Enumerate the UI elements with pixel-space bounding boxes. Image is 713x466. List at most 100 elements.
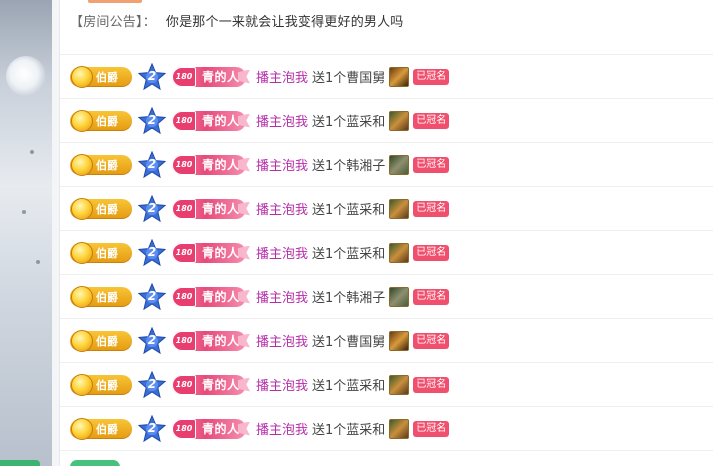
gift-thumbnail-icon xyxy=(389,154,410,175)
noble-title: 伯爵 xyxy=(96,114,118,128)
level-number: 2 xyxy=(147,200,157,215)
gift-thumbnail-icon xyxy=(389,198,410,219)
gold-coin-icon xyxy=(71,153,93,176)
named-tag-badge: 已冠名 xyxy=(413,200,450,217)
gift-action-text: 送1个蓝采和 xyxy=(312,115,386,130)
named-tag-badge: 已冠名 xyxy=(413,156,450,173)
chat-message-row[interactable]: 伯爵 2 180 青的人 播主泡我 送1个蓝采和 已冠名 xyxy=(60,230,713,274)
decor-dot xyxy=(30,150,34,154)
username-link[interactable]: 播主泡我 xyxy=(256,155,308,174)
username-link[interactable]: 播主泡我 xyxy=(256,199,308,218)
noble-badge[interactable]: 伯爵 xyxy=(70,109,132,132)
gift-action-text: 送1个蓝采和 xyxy=(312,423,386,438)
chat-message-row[interactable]: 伯爵 2 180 青的人 播主泡我 送1个韩湘子 已冠名 xyxy=(60,274,713,318)
chat-message-row[interactable]: 伯爵 2 180 青的人 播主泡我 送1个曹国舅 已冠名 xyxy=(60,318,713,362)
fan-club-name: 青的人 xyxy=(202,334,240,348)
gold-coin-icon xyxy=(71,241,93,264)
gold-coin-icon xyxy=(71,285,93,308)
level-badge[interactable]: 2 xyxy=(138,62,166,91)
noble-badge[interactable]: 伯爵 xyxy=(70,241,132,264)
level-number: 2 xyxy=(147,332,157,347)
chat-message-row[interactable]: 伯爵 2 180 青的人 播主泡我 送1个蓝采和 已冠名 xyxy=(60,406,713,450)
chat-message-list[interactable]: 伯爵 2 180 青的人 播主泡我 送1个曹国舅 已冠名 伯爵 2 180 青的… xyxy=(60,54,713,450)
fan-level-heart-icon: 180 xyxy=(172,374,196,395)
noble-title: 伯爵 xyxy=(96,378,118,392)
fan-club-badge[interactable]: 180 青的人 xyxy=(172,198,250,219)
noble-badge[interactable]: 伯爵 xyxy=(70,285,132,308)
username-link[interactable]: 播主泡我 xyxy=(256,67,308,86)
level-badge[interactable]: 2 xyxy=(138,370,166,399)
chat-message-row[interactable]: 伯爵 2 180 青的人 播主泡我 送1个蓝采和 已冠名 xyxy=(60,186,713,230)
level-number: 2 xyxy=(147,244,157,259)
named-tag-badge: 已冠名 xyxy=(413,68,450,85)
named-tag-badge: 已冠名 xyxy=(413,376,450,393)
panel-divider xyxy=(52,0,60,466)
noble-badge[interactable]: 伯爵 xyxy=(70,197,132,220)
noble-badge[interactable]: 伯爵 xyxy=(70,153,132,176)
level-badge[interactable]: 2 xyxy=(138,106,166,135)
level-number: 2 xyxy=(147,112,157,127)
chat-message-row[interactable]: 伯爵 2 180 青的人 播主泡我 送1个曹国舅 已冠名 xyxy=(60,54,713,98)
chat-message-row[interactable]: 伯爵 2 180 青的人 播主泡我 送1个蓝采和 已冠名 xyxy=(60,362,713,406)
fan-club-name: 青的人 xyxy=(202,158,240,172)
gift-action-text: 送1个韩湘子 xyxy=(312,291,386,306)
username-link[interactable]: 播主泡我 xyxy=(256,375,308,394)
gift-thumbnail-icon xyxy=(389,242,410,263)
level-badge[interactable]: 2 xyxy=(138,326,166,355)
gift-thumbnail-icon xyxy=(389,418,410,439)
active-tab-indicator xyxy=(88,0,142,3)
noble-badge[interactable]: 伯爵 xyxy=(70,417,132,440)
username-link[interactable]: 播主泡我 xyxy=(256,419,308,438)
fan-club-badge[interactable]: 180 青的人 xyxy=(172,374,250,395)
fan-club-badge[interactable]: 180 青的人 xyxy=(172,418,250,439)
fan-level-heart-icon: 180 xyxy=(172,242,196,263)
gold-coin-icon xyxy=(71,417,93,440)
level-number: 2 xyxy=(147,68,157,83)
decor-dot xyxy=(22,210,26,214)
gift-thumbnail-icon xyxy=(389,330,410,351)
username-link[interactable]: 播主泡我 xyxy=(256,111,308,130)
fan-club-name: 青的人 xyxy=(202,246,240,260)
level-badge[interactable]: 2 xyxy=(138,194,166,223)
fan-level-heart-icon: 180 xyxy=(172,154,196,175)
username-link[interactable]: 播主泡我 xyxy=(256,287,308,306)
fan-club-name: 青的人 xyxy=(202,202,240,216)
fan-club-badge[interactable]: 180 青的人 xyxy=(172,330,250,351)
fan-club-badge[interactable]: 180 青的人 xyxy=(172,66,250,87)
gift-thumbnail-icon xyxy=(389,66,410,87)
fan-club-badge[interactable]: 180 青的人 xyxy=(172,286,250,307)
noble-badge[interactable]: 伯爵 xyxy=(70,65,132,88)
level-badge[interactable]: 2 xyxy=(138,150,166,179)
noble-title: 伯爵 xyxy=(96,290,118,304)
named-tag-badge: 已冠名 xyxy=(413,420,450,437)
announcement-label: 【房间公告】： xyxy=(70,15,156,30)
fan-club-badge[interactable]: 180 青的人 xyxy=(172,242,250,263)
gift-action-text: 送1个蓝采和 xyxy=(312,379,386,394)
level-badge[interactable]: 2 xyxy=(138,282,166,311)
level-badge[interactable]: 2 xyxy=(138,238,166,267)
level-number: 2 xyxy=(147,288,157,303)
fan-club-badge[interactable]: 180 青的人 xyxy=(172,154,250,175)
green-badge-icon xyxy=(70,460,120,466)
video-preview-strip xyxy=(0,0,52,466)
named-tag-badge: 已冠名 xyxy=(413,332,450,349)
gift-action-text: 送1个韩湘子 xyxy=(312,159,386,174)
partial-chat-row xyxy=(60,450,713,466)
fan-level-heart-icon: 180 xyxy=(172,418,196,439)
fan-level-heart-icon: 180 xyxy=(172,286,196,307)
chat-message-row[interactable]: 伯爵 2 180 青的人 播主泡我 送1个韩湘子 已冠名 xyxy=(60,142,713,186)
gold-coin-icon xyxy=(71,197,93,220)
chat-message-row[interactable]: 伯爵 2 180 青的人 播主泡我 送1个蓝采和 已冠名 xyxy=(60,98,713,142)
noble-badge[interactable]: 伯爵 xyxy=(70,329,132,352)
level-badge[interactable]: 2 xyxy=(138,414,166,443)
fan-club-badge[interactable]: 180 青的人 xyxy=(172,110,250,131)
fan-club-name: 青的人 xyxy=(202,290,240,304)
fan-club-name: 青的人 xyxy=(202,422,240,436)
username-link[interactable]: 播主泡我 xyxy=(256,243,308,262)
announcement-text: 你是那个一来就会让我变得更好的男人吗 xyxy=(165,15,404,30)
username-link[interactable]: 播主泡我 xyxy=(256,331,308,350)
gift-thumbnail-icon xyxy=(389,374,410,395)
noble-badge[interactable]: 伯爵 xyxy=(70,373,132,396)
fan-club-name: 青的人 xyxy=(202,114,240,128)
gold-coin-icon xyxy=(71,109,93,132)
